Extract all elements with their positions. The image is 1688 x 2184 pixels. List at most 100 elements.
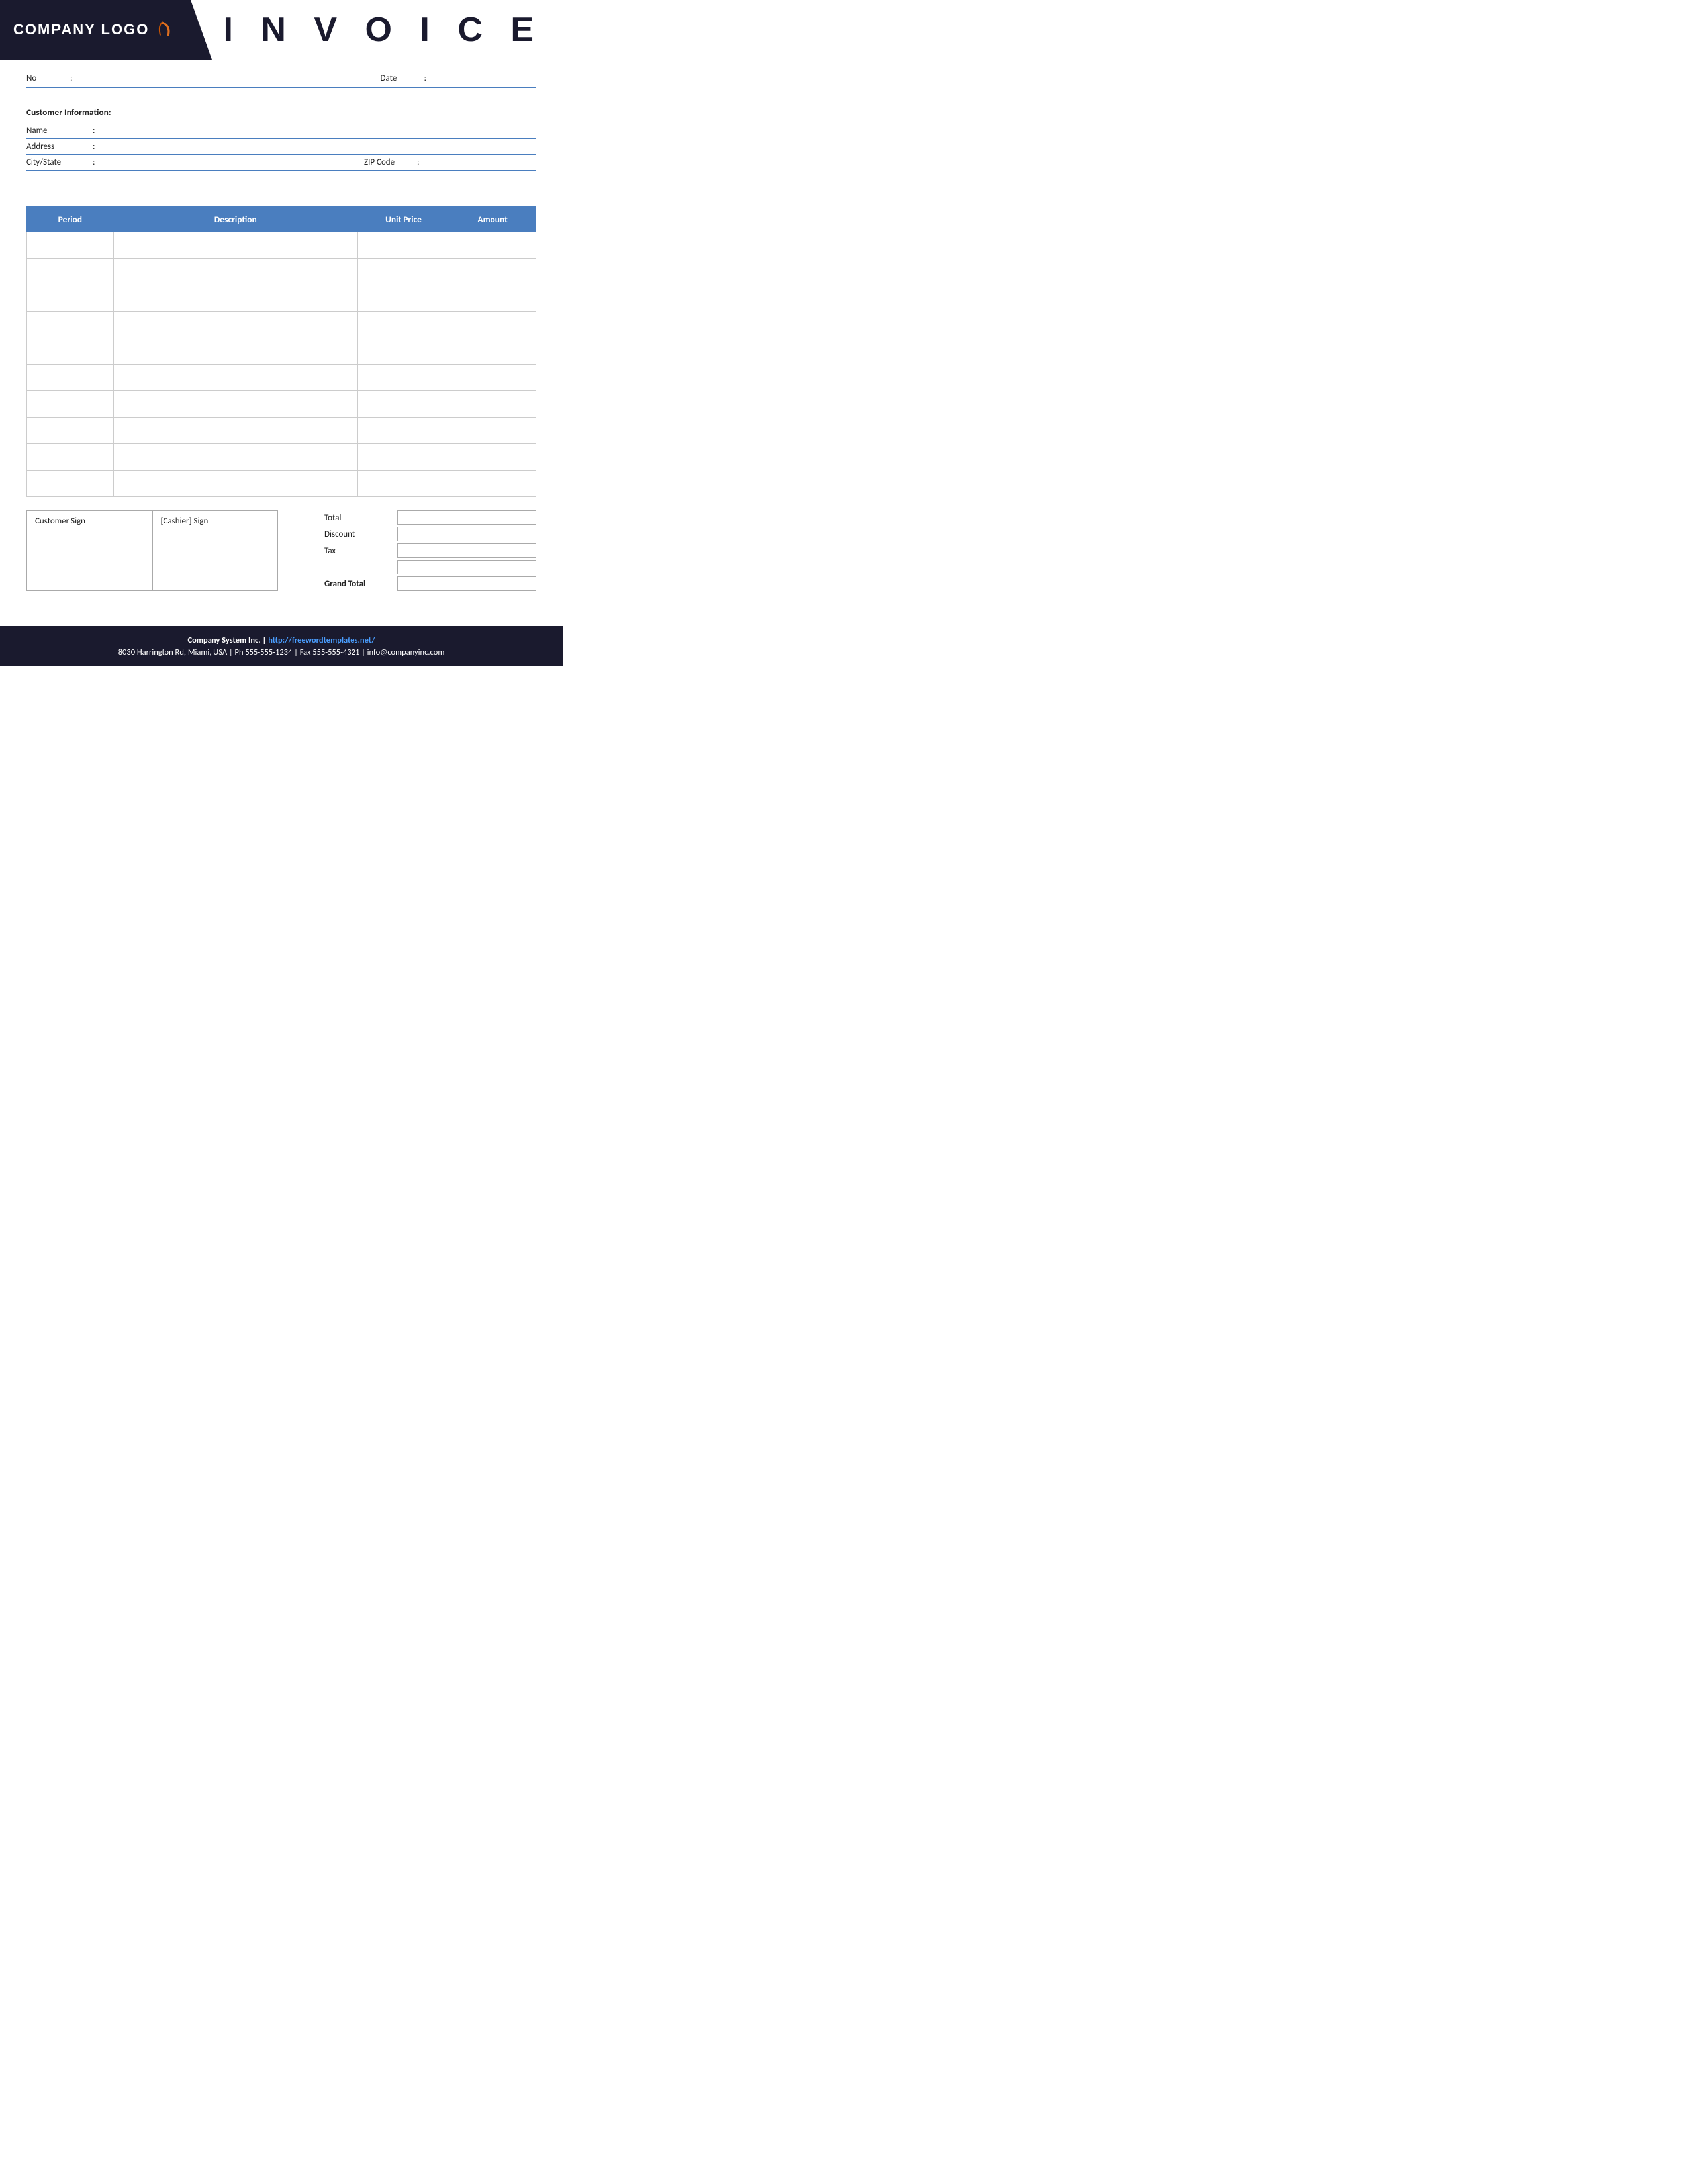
customer-title: Customer Information: xyxy=(26,107,536,120)
table-cell[interactable] xyxy=(357,259,449,285)
table-cell[interactable] xyxy=(113,312,357,338)
name-colon: : xyxy=(93,126,95,136)
table-cell[interactable] xyxy=(113,418,357,444)
discount-value[interactable] xyxy=(397,527,536,541)
table-cell[interactable] xyxy=(357,444,449,471)
no-value[interactable] xyxy=(76,73,182,83)
zip-group: ZIP Code : xyxy=(364,158,536,167)
table-cell[interactable] xyxy=(27,259,114,285)
extra-value[interactable] xyxy=(397,560,536,574)
table-cell[interactable] xyxy=(449,391,536,418)
table-cell[interactable] xyxy=(449,471,536,497)
table-cell[interactable] xyxy=(449,312,536,338)
table-row xyxy=(27,232,536,259)
table-cell[interactable] xyxy=(449,365,536,391)
logo-text: COMPANY LOGO xyxy=(13,21,149,38)
city-colon: : xyxy=(93,158,95,167)
discount-row: Discount xyxy=(324,527,536,541)
table-cell[interactable] xyxy=(449,418,536,444)
cashier-sign-label: [Cashier] Sign xyxy=(161,516,270,526)
no-colon: : xyxy=(70,73,72,83)
logo-icon xyxy=(153,21,171,39)
grand-total-value[interactable] xyxy=(397,576,536,591)
table-row xyxy=(27,259,536,285)
table-cell[interactable] xyxy=(357,338,449,365)
col-unit-price: Unit Price xyxy=(357,207,449,232)
table-cell[interactable] xyxy=(113,259,357,285)
main-content: No : Date : Customer Information: Name :… xyxy=(0,60,563,606)
footer: Company System Inc. | http://freewordtem… xyxy=(0,626,563,666)
table-cell[interactable] xyxy=(449,338,536,365)
table-cell[interactable] xyxy=(357,471,449,497)
table-cell[interactable] xyxy=(27,391,114,418)
table-row xyxy=(27,444,536,471)
grand-total-label: Grand Total xyxy=(324,579,391,589)
table-cell[interactable] xyxy=(357,391,449,418)
col-description: Description xyxy=(113,207,357,232)
zip-colon: : xyxy=(417,158,419,167)
header: COMPANY LOGO I N V O I C E xyxy=(0,0,563,60)
table-row xyxy=(27,391,536,418)
customer-sign-box: Customer Sign xyxy=(27,511,153,590)
footer-line2: 8030 Harrington Rd, Miami, USA | Ph 555-… xyxy=(7,647,556,657)
table-cell[interactable] xyxy=(449,232,536,259)
table-cell[interactable] xyxy=(357,285,449,312)
table-cell[interactable] xyxy=(27,444,114,471)
customer-sign-label: Customer Sign xyxy=(35,516,144,526)
tax-row: Tax xyxy=(324,543,536,558)
col-period: Period xyxy=(27,207,114,232)
table-cell[interactable] xyxy=(357,418,449,444)
discount-label: Discount xyxy=(324,529,391,539)
table-cell[interactable] xyxy=(27,418,114,444)
footer-link[interactable]: http://freewordtemplates.net/ xyxy=(268,635,375,645)
zip-label: ZIP Code xyxy=(364,158,417,167)
table-cell[interactable] xyxy=(27,232,114,259)
customer-section: Customer Information: Name : Address : C… xyxy=(26,107,536,171)
customer-name-row: Name : xyxy=(26,123,536,139)
table-row xyxy=(27,312,536,338)
table-cell[interactable] xyxy=(113,365,357,391)
city-label: City/State xyxy=(26,158,93,167)
table-cell[interactable] xyxy=(27,338,114,365)
table-cell[interactable] xyxy=(113,444,357,471)
table-cell[interactable] xyxy=(27,312,114,338)
cashier-sign-box: [Cashier] Sign xyxy=(153,511,278,590)
table-cell[interactable] xyxy=(113,391,357,418)
table-cell[interactable] xyxy=(113,338,357,365)
date-field-group: Date : xyxy=(381,73,536,83)
grand-total-row: Grand Total xyxy=(324,576,536,591)
table-row xyxy=(27,285,536,312)
table-cell[interactable] xyxy=(113,471,357,497)
bottom-section: Customer Sign [Cashier] Sign Total Disco… xyxy=(26,510,536,593)
table-cell[interactable] xyxy=(357,365,449,391)
table-row xyxy=(27,338,536,365)
footer-company: Company System Inc. | xyxy=(187,635,268,645)
total-label: Total xyxy=(324,513,391,523)
top-fields-row: No : Date : xyxy=(26,73,536,88)
date-value[interactable] xyxy=(430,73,536,83)
invoice-table: Period Description Unit Price Amount xyxy=(26,206,536,497)
table-cell[interactable] xyxy=(357,312,449,338)
extra-row xyxy=(324,560,536,574)
title-area: I N V O I C E xyxy=(212,0,563,60)
table-cell[interactable] xyxy=(449,285,536,312)
tax-label: Tax xyxy=(324,546,391,556)
table-cell[interactable] xyxy=(449,259,536,285)
name-label: Name xyxy=(26,126,93,136)
tax-value[interactable] xyxy=(397,543,536,558)
table-cell[interactable] xyxy=(113,285,357,312)
table-cell[interactable] xyxy=(357,232,449,259)
address-label: Address xyxy=(26,142,93,152)
sign-boxes: Customer Sign [Cashier] Sign xyxy=(26,510,278,591)
table-row xyxy=(27,418,536,444)
totals-area: Total Discount Tax Grand Total xyxy=(324,510,536,593)
table-cell[interactable] xyxy=(449,444,536,471)
table-cell[interactable] xyxy=(27,285,114,312)
footer-line1: Company System Inc. | http://freewordtem… xyxy=(7,635,556,645)
table-cell[interactable] xyxy=(27,471,114,497)
table-cell[interactable] xyxy=(27,365,114,391)
total-value[interactable] xyxy=(397,510,536,525)
table-row xyxy=(27,365,536,391)
table-cell[interactable] xyxy=(113,232,357,259)
table-row xyxy=(27,471,536,497)
